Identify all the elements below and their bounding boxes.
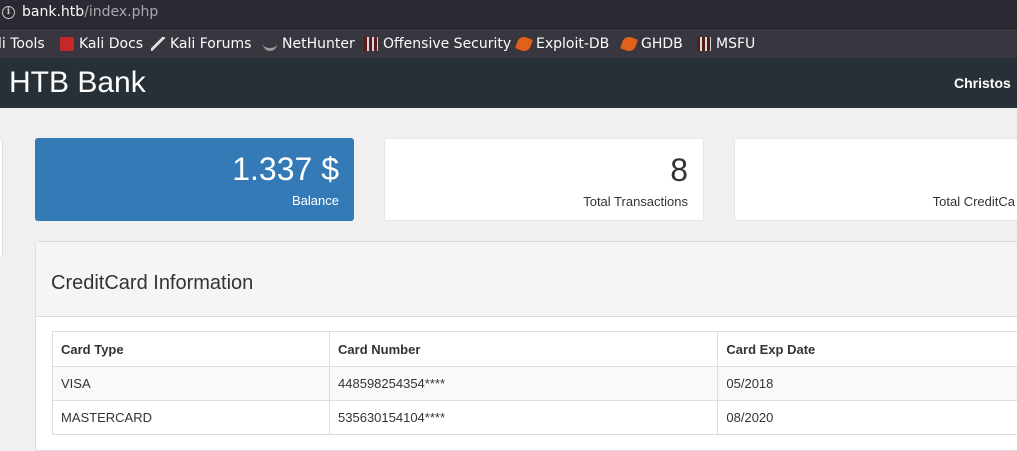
table-header-row: Card Type Card Number Card Exp Date	[53, 332, 1017, 367]
nethunter-icon	[263, 37, 277, 51]
bookmark-label: Kali Docs	[79, 36, 143, 52]
bookmark-offensive-security[interactable]: Offensive Security	[364, 36, 511, 52]
sidebar-edge	[0, 138, 3, 258]
card-number-cell: 535630154104****	[330, 401, 718, 435]
bookmark-kali-tools[interactable]: li Tools	[0, 36, 45, 52]
kali-docs-icon	[60, 37, 74, 51]
bookmark-ghdb[interactable]: GHDB	[622, 36, 683, 52]
bookmark-msfu[interactable]: MSFU	[697, 36, 755, 52]
bookmark-label: MSFU	[716, 36, 755, 52]
card-exp-date-cell: 05/2018	[718, 367, 1017, 401]
kali-forums-icon	[151, 37, 165, 51]
bookmark-label: li Tools	[0, 36, 45, 52]
column-header-card-exp-date: Card Exp Date	[718, 332, 1017, 367]
brand-title[interactable]: HTB Bank	[9, 66, 146, 100]
card-number-cell: 448598254354****	[330, 367, 718, 401]
panel-heading: CreditCard Information	[36, 242, 1017, 317]
bookmark-label: Exploit-DB	[536, 36, 609, 52]
card-exp-date-cell: 08/2020	[718, 401, 1017, 435]
url-host: bank.htb	[22, 4, 84, 20]
table-row: VISA 448598254354**** 05/2018	[53, 367, 1017, 401]
bookmark-label: Kali Forums	[170, 36, 251, 52]
browser-url-bar[interactable]: i bank.htb/index.php	[0, 0, 1017, 28]
bookmark-kali-forums[interactable]: Kali Forums	[151, 36, 251, 52]
card-type-cell: VISA	[53, 367, 330, 401]
panel-title: CreditCard Information	[51, 272, 253, 295]
bookmark-kali-docs[interactable]: Kali Docs	[60, 36, 143, 52]
bookmark-label: Offensive Security	[383, 36, 511, 52]
offensive-security-icon	[364, 37, 378, 51]
app-navbar: HTB Bank Christos	[0, 58, 1017, 108]
bookmark-label: GHDB	[641, 36, 683, 52]
user-menu[interactable]: Christos	[954, 75, 1011, 91]
balance-value: 1.337 $	[232, 151, 339, 188]
bookmark-label: NetHunter	[282, 36, 355, 52]
transactions-label: Total Transactions	[583, 194, 688, 209]
bookmark-nethunter[interactable]: NetHunter	[263, 36, 355, 52]
column-header-card-type: Card Type	[53, 332, 330, 367]
site-info-icon[interactable]: i	[2, 6, 15, 19]
creditcard-panel: CreditCard Information Card Type Card Nu…	[35, 241, 1017, 451]
creditcards-label: Total CreditCa	[933, 194, 1015, 209]
msfu-icon	[697, 37, 711, 51]
bookmark-exploit-db[interactable]: Exploit-DB	[517, 36, 609, 52]
balance-tile: 1.337 $ Balance	[35, 138, 354, 221]
url-text[interactable]: bank.htb/index.php	[22, 4, 158, 20]
ghdb-icon	[620, 35, 638, 53]
creditcard-table: Card Type Card Number Card Exp Date VISA…	[52, 331, 1017, 435]
transactions-value: 8	[670, 152, 688, 189]
bookmarks-toolbar: li Tools Kali Docs Kali Forums NetHunter…	[0, 28, 1017, 58]
column-header-card-number: Card Number	[330, 332, 718, 367]
creditcards-tile: Total CreditCa	[734, 138, 1017, 221]
main-content: 1.337 $ Balance 8 Total Transactions Tot…	[0, 108, 1017, 430]
exploit-db-icon	[515, 35, 533, 53]
transactions-tile: 8 Total Transactions	[384, 138, 704, 221]
url-path: /index.php	[84, 4, 158, 20]
table-row: MASTERCARD 535630154104**** 08/2020	[53, 401, 1017, 435]
balance-label: Balance	[292, 193, 339, 208]
card-type-cell: MASTERCARD	[53, 401, 330, 435]
